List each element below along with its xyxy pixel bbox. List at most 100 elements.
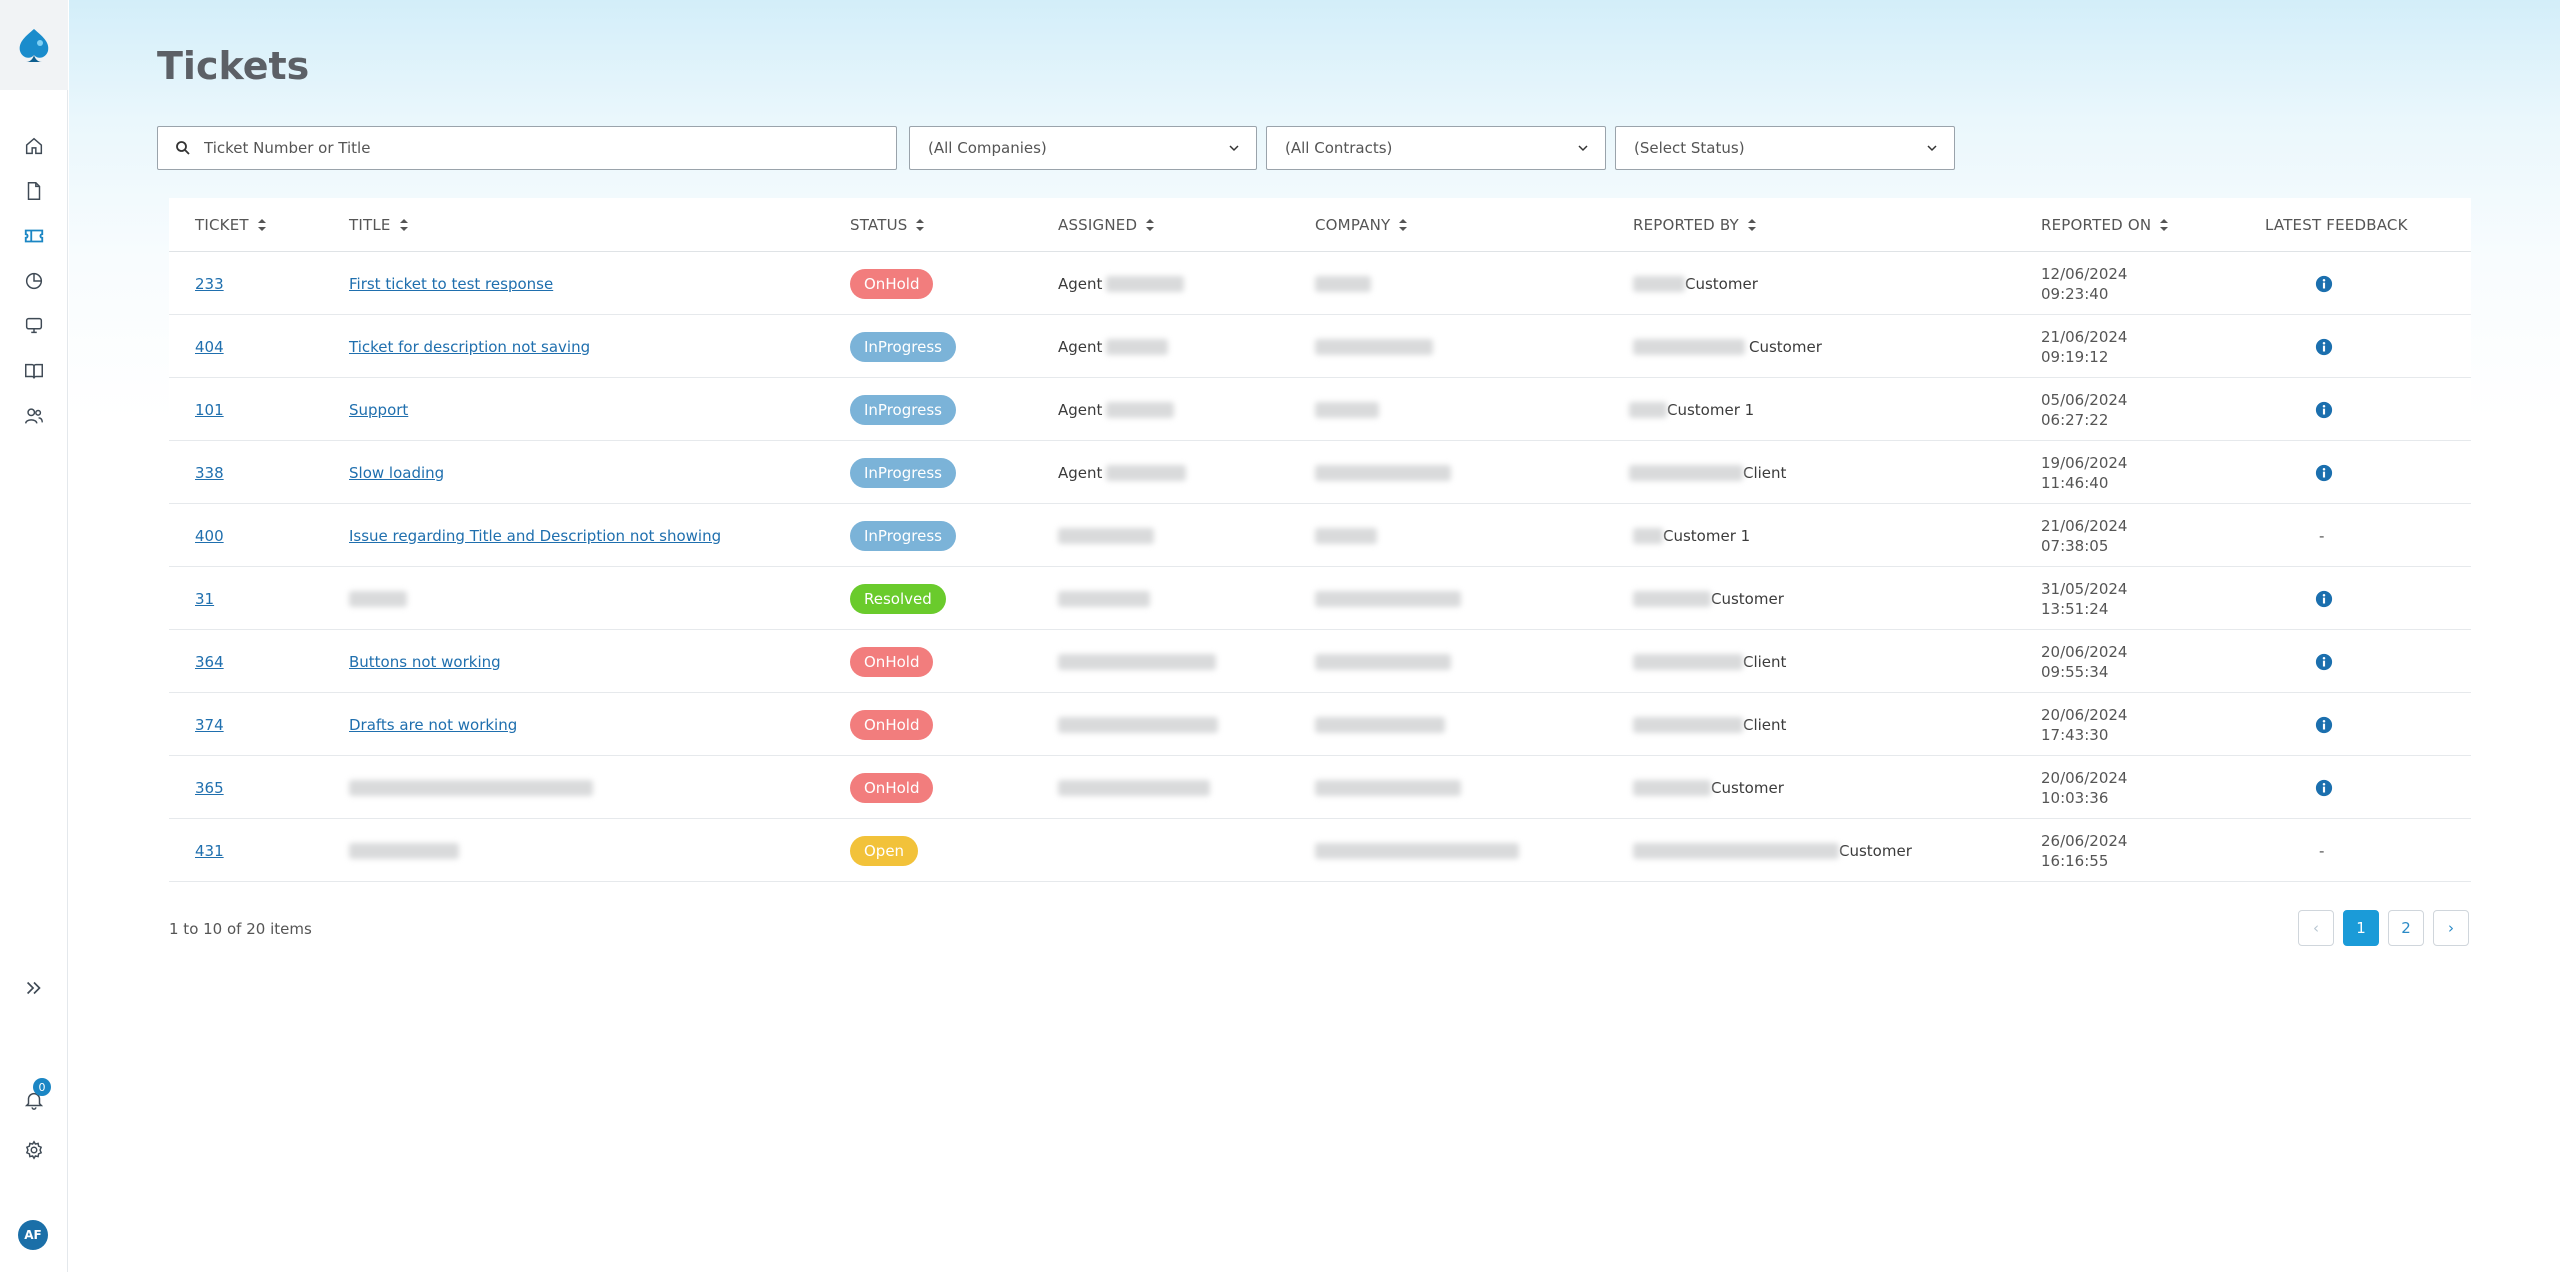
header-reported-on[interactable]: REPORTED ON [2041,216,2169,234]
status-badge: Open [850,835,919,866]
notifications-button[interactable]: 0 [20,1078,51,1114]
redacted-title[interactable] [349,590,407,607]
info-icon[interactable] [2315,338,2333,356]
reported-time: 16:16:55 [2041,851,2109,870]
status-badge: InProgress [850,520,956,551]
redacted-company [1315,527,1377,544]
page-1-button[interactable]: 1 [2343,910,2379,946]
reported-by: Client [1743,463,1787,482]
sort-icon [916,219,925,231]
info-icon[interactable] [2315,653,2333,671]
app-logo[interactable] [0,0,68,90]
nav-monitor[interactable] [20,312,48,340]
redacted-assigned [1058,527,1154,544]
header-status[interactable]: STATUS [850,216,925,234]
info-icon[interactable] [2315,779,2333,797]
ticket-title-link[interactable]: First ticket to test response [349,275,553,293]
reported-by: Client [1743,652,1787,671]
redacted-company [1315,842,1519,859]
table-row: 338 Slow loading InProgress Agent Client… [169,441,2471,504]
table-row: 400 Issue regarding Title and Descriptio… [169,504,2471,567]
users-icon [25,408,43,424]
reported-time: 07:38:05 [2041,536,2109,555]
ticket-number-link[interactable]: 31 [195,590,214,608]
redacted-text [1633,653,1743,670]
ticket-title-link[interactable]: Support [349,401,408,419]
assigned-agent: Agent [1058,274,1103,293]
redacted-title[interactable] [349,779,593,796]
avatar[interactable]: AF [18,1220,48,1250]
redacted-title[interactable] [349,842,459,859]
redacted-text [1106,464,1187,481]
sort-icon [399,219,408,231]
contract-select[interactable]: (All Contracts) [1266,126,1606,170]
reported-time: 17:43:30 [2041,725,2109,744]
ticket-number-link[interactable]: 365 [195,779,224,797]
header-assigned-label: ASSIGNED [1058,216,1138,234]
header-reported-by[interactable]: REPORTED BY [1633,216,1757,234]
nav-home[interactable] [20,132,48,160]
page-title: Tickets [157,44,310,88]
header-assigned[interactable]: ASSIGNED [1058,216,1155,234]
header-title[interactable]: TITLE [349,216,409,234]
status-badge: InProgress [850,331,956,362]
redacted-text [1106,338,1169,355]
ticket-title-link[interactable]: Buttons not working [349,653,501,671]
next-page-button[interactable]: › [2433,910,2469,946]
ticket-title-link[interactable]: Issue regarding Title and Description no… [349,527,721,545]
info-icon[interactable] [2315,464,2333,482]
reported-by: Client [1743,715,1787,734]
search-box[interactable] [157,126,897,170]
chart-pie-icon [25,272,43,290]
sidebar-expand-button[interactable] [20,974,48,1002]
prev-page-button[interactable]: ‹ [2298,910,2334,946]
status-badge: OnHold [850,646,934,677]
redacted-text [1633,779,1711,796]
page-2-button[interactable]: 2 [2388,910,2424,946]
ticket-number-link[interactable]: 338 [195,464,224,482]
info-icon[interactable] [2315,401,2333,419]
ticket-number-link[interactable]: 400 [195,527,224,545]
ticket-number-link[interactable]: 364 [195,653,224,671]
redacted-text [1633,716,1743,733]
nav-knowledge-base[interactable] [20,357,48,385]
redacted-text [1633,590,1711,607]
redacted-assigned [1058,590,1150,607]
search-input[interactable] [204,139,884,157]
nav-tickets[interactable] [20,222,48,250]
notification-count-badge: 0 [33,1078,51,1096]
reported-date: 12/06/2024 [2041,264,2128,283]
header-ticket-label: TICKET [195,216,249,234]
info-icon[interactable] [2315,716,2333,734]
info-icon[interactable] [2315,275,2333,293]
tickets-table: TICKET TITLE STATUS ASSIGNED COMPANY REP… [169,198,2471,882]
contract-select-value: (All Contracts) [1285,139,1393,157]
ticket-number-link[interactable]: 374 [195,716,224,734]
status-select[interactable]: (Select Status) [1615,126,1955,170]
redacted-text [1629,464,1743,481]
nav-documents[interactable] [20,177,48,205]
ticket-title-link[interactable]: Drafts are not working [349,716,517,734]
ticket-number-link[interactable]: 233 [195,275,224,293]
reported-by: Customer 1 [1667,400,1755,419]
ticket-icon [24,229,44,243]
info-icon[interactable] [2315,590,2333,608]
table-row: 31 Resolved Customer 31/05/2024 13:51:24 [169,567,2471,630]
settings-button[interactable] [20,1136,48,1164]
ticket-number-link[interactable]: 431 [195,842,224,860]
nav-reports[interactable] [20,267,48,295]
ticket-title-link[interactable]: Slow loading [349,464,444,482]
ticket-title-link[interactable]: Ticket for description not saving [349,338,590,356]
reported-time: 09:55:34 [2041,662,2109,681]
company-select-value: (All Companies) [928,139,1047,157]
redacted-text [1633,842,1839,859]
sort-icon [1747,219,1756,231]
header-company[interactable]: COMPANY [1315,216,1408,234]
ticket-number-link[interactable]: 101 [195,401,224,419]
reported-by: Customer 1 [1663,526,1751,545]
header-ticket[interactable]: TICKET [195,216,267,234]
nav-users[interactable] [20,402,48,430]
header-latest-feedback: LATEST FEEDBACK [2265,216,2408,234]
ticket-number-link[interactable]: 404 [195,338,224,356]
company-select[interactable]: (All Companies) [909,126,1257,170]
